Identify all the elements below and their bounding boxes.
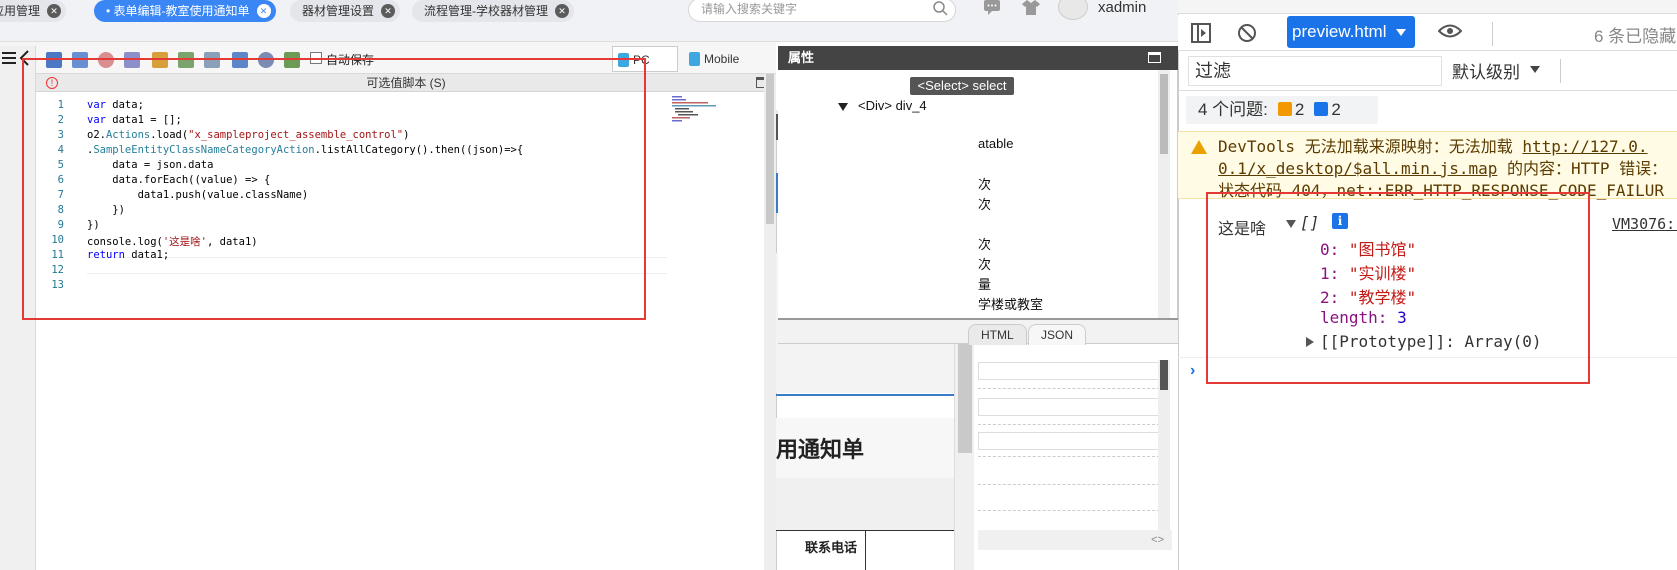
row-divider: [978, 510, 1160, 511]
tree-node[interactable]: atable: [978, 136, 1013, 151]
sourcemap-link[interactable]: http://127.0.: [1522, 137, 1647, 156]
hidden-count: 6 条已隐藏: [1594, 27, 1677, 46]
warning-icon: [1191, 140, 1207, 154]
tab-label: • 表单编辑-教室使用通知单: [106, 4, 250, 18]
context-selector[interactable]: preview.html: [1287, 16, 1415, 48]
tree-node[interactable]: 次: [978, 174, 991, 193]
form-divider: [776, 394, 954, 396]
shirt-icon[interactable]: [1022, 0, 1040, 16]
properties-scrollbar[interactable]: [1158, 360, 1170, 530]
scroll-thumb[interactable]: [766, 74, 774, 224]
tree-node[interactable]: 次: [978, 234, 991, 253]
close-icon[interactable]: ✕: [256, 4, 271, 18]
row-divider: [978, 424, 1160, 425]
menu-icon[interactable]: [2, 52, 16, 64]
editor-scrollbar[interactable]: [764, 74, 776, 570]
warning-text: 的内容：HTTP 错误：: [1497, 159, 1668, 178]
row-divider: [978, 456, 1160, 457]
user-name[interactable]: xadmin: [1098, 0, 1146, 16]
eye-icon[interactable]: [1438, 24, 1462, 38]
issues-warn-count: 2: [1294, 100, 1305, 119]
code-minimap[interactable]: [672, 96, 722, 122]
divider: [1560, 59, 1561, 83]
form-title: 用通知单: [776, 437, 865, 462]
mobile-label: Mobile: [704, 52, 740, 66]
properties-scrollbar[interactable]: [1158, 70, 1170, 318]
sourcemap-link[interactable]: 0.1/x_desktop/$all.min.js.map: [1218, 159, 1497, 178]
tree-node[interactable]: 次: [978, 194, 991, 213]
row-divider: [978, 484, 1160, 485]
warning-badge-icon: [1277, 102, 1292, 116]
tab-label: 流程管理-学校器材管理: [424, 4, 548, 18]
log-level-selector[interactable]: 默认级别: [1452, 58, 1520, 83]
panel-footer: <>: [978, 530, 1172, 550]
property-field[interactable]: [978, 432, 1160, 450]
highlight-box-code: [22, 58, 646, 320]
maximize-icon[interactable]: [1148, 52, 1161, 63]
tab-app-manage[interactable]: 应用管理 ✕: [0, 0, 67, 22]
select-tooltip: <Select> select: [910, 77, 1014, 95]
clear-console-icon[interactable]: [1236, 22, 1258, 44]
chevron-down-icon: [1396, 29, 1406, 36]
mobile-view-button[interactable]: Mobile: [684, 46, 764, 72]
source-link[interactable]: VM3076:1: [1612, 215, 1677, 233]
tab-form-edit[interactable]: • 表单编辑-教室使用通知单 ✕: [94, 0, 276, 22]
code-icon[interactable]: <>: [1151, 534, 1164, 546]
warning-text: DevTools 无法加载来源映射：无法加载: [1218, 137, 1523, 156]
tab-json[interactable]: JSON: [1028, 324, 1087, 345]
form-section: [776, 478, 954, 530]
properties-header: 属性: [778, 46, 1178, 70]
property-field[interactable]: [978, 362, 1160, 380]
filter-input[interactable]: 过滤: [1188, 56, 1442, 86]
close-icon[interactable]: ✕: [381, 4, 396, 18]
issues-info-count: 2: [1331, 100, 1341, 119]
divider: [1492, 22, 1493, 46]
tree-node[interactable]: 量: [978, 274, 991, 293]
close-icon[interactable]: ✕: [47, 4, 62, 18]
expand-icon[interactable]: [838, 103, 848, 111]
scroll-thumb[interactable]: [1160, 360, 1168, 390]
console-prompt[interactable]: ›: [1190, 362, 1195, 380]
tab-label: 应用管理: [0, 4, 41, 18]
contact-label: 联系电话: [776, 530, 866, 570]
context-label: preview.html: [1292, 22, 1387, 41]
search-icon[interactable]: [932, 0, 948, 16]
issues-label: 4 个问题:: [1198, 100, 1268, 119]
devtools-tabstrip: [1178, 0, 1677, 14]
tree-node[interactable]: 次: [978, 254, 991, 273]
sidebar-toggle-icon[interactable]: [1190, 22, 1212, 44]
row-divider: [978, 388, 1160, 389]
tab-process-manage[interactable]: 流程管理-学校器材管理 ✕: [412, 0, 574, 22]
message-icon[interactable]: [982, 0, 1002, 16]
tab-label: 器材管理设置: [302, 4, 375, 18]
tab-equipment-settings[interactable]: 器材管理设置 ✕: [290, 0, 401, 22]
phone-icon: [689, 52, 700, 66]
issues-button[interactable]: 4 个问题: 2 2: [1186, 96, 1378, 124]
close-icon[interactable]: ✕: [555, 4, 569, 18]
scroll-thumb[interactable]: [1160, 74, 1168, 154]
info-badge-icon: [1314, 102, 1329, 116]
tree-node[interactable]: <Div> div_4: [858, 98, 927, 113]
search-input[interactable]: 请输入搜索关键字: [688, 0, 956, 22]
highlight-box-console: [1206, 192, 1590, 384]
properties-tabs: HTML JSON: [778, 318, 1178, 345]
tab-html[interactable]: HTML: [968, 324, 1027, 345]
property-field[interactable]: [978, 398, 1160, 416]
chevron-down-icon[interactable]: [1530, 66, 1540, 73]
tree-node[interactable]: 学楼或教室: [978, 294, 1043, 313]
